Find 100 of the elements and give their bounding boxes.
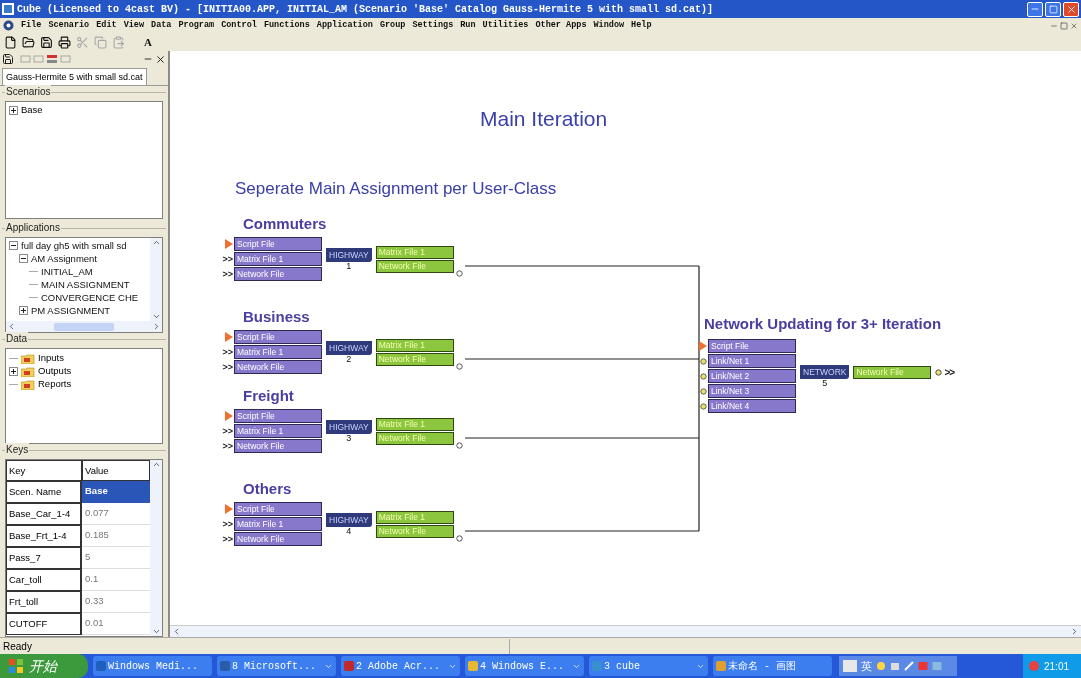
tree-item[interactable]: Reports [38, 377, 72, 392]
tree-item[interactable]: MAIN ASSIGNMENT [41, 277, 130, 292]
scenario-tools-icon[interactable] [20, 54, 72, 65]
input-marker: >> [222, 426, 233, 436]
column-header[interactable]: Key [6, 460, 82, 481]
taskbar-button[interactable]: 8 Microsoft... [217, 656, 336, 676]
scroll-left-icon[interactable] [172, 627, 181, 636]
node-input[interactable]: Link/Net 4 [708, 399, 796, 413]
output-circle-icon [455, 363, 463, 370]
new-button[interactable] [4, 35, 17, 49]
app-icon [2, 3, 14, 15]
collapse-icon[interactable] [9, 241, 18, 251]
taskbar-button[interactable]: 3 cube [589, 656, 708, 676]
node-input[interactable]: Matrix File 1 [234, 517, 322, 531]
maximize-icon [1048, 4, 1058, 14]
tree-item[interactable]: INITIAL_AM [41, 264, 93, 279]
menu-item[interactable]: Control [221, 19, 257, 32]
maximize-button[interactable] [1045, 1, 1061, 17]
group-label: Freight [243, 387, 295, 406]
menu-item[interactable]: Run [460, 19, 476, 32]
node-input[interactable]: Network File [234, 360, 322, 374]
menu-item[interactable]: Edit [96, 19, 117, 32]
node-input[interactable]: Matrix File 1 [234, 424, 322, 438]
minimize-button[interactable] [1027, 1, 1043, 17]
menu-item[interactable]: Group [379, 19, 406, 32]
expand-icon[interactable] [9, 106, 18, 115]
tree-item[interactable]: PM ASSIGNMENT [31, 303, 111, 318]
collapse-icon[interactable] [19, 254, 28, 264]
node-input[interactable]: Network File [234, 439, 322, 453]
tree-item[interactable]: CONVERGENCE CHE [41, 290, 139, 305]
scroll-up-icon[interactable] [151, 460, 161, 469]
clock: 21:01 [1044, 659, 1070, 674]
taskbar-button[interactable]: 未命名 - 画图 [713, 656, 832, 676]
ime-language[interactable]: 英 [861, 657, 872, 675]
save-icon[interactable] [2, 53, 14, 66]
script-triangle-icon [225, 411, 233, 421]
menu-item[interactable]: Window [593, 19, 625, 32]
print-button[interactable] [58, 35, 71, 49]
catalog-tab[interactable]: Gauss-Hermite 5 with small sd.cat [2, 68, 147, 85]
table-cell[interactable]: Base [82, 481, 150, 503]
vertical-scrollbar[interactable] [150, 460, 162, 636]
vertical-scrollbar[interactable] [150, 238, 162, 322]
node-input[interactable]: Link/Net 1 [708, 354, 796, 368]
scroll-right-icon[interactable] [152, 322, 161, 332]
restore-icon[interactable] [1060, 21, 1068, 30]
pen-icon[interactable] [904, 661, 914, 671]
node-input[interactable]: Script File [234, 330, 322, 344]
close-button[interactable] [1063, 1, 1079, 17]
open-button[interactable] [22, 35, 35, 49]
menu-item[interactable]: File [21, 19, 42, 32]
tree-item[interactable]: AM Assignment [31, 251, 97, 266]
scroll-down-icon[interactable] [151, 627, 161, 636]
node-input[interactable]: Script File [234, 409, 322, 423]
tree-item[interactable]: Inputs [38, 351, 64, 366]
menu-item[interactable]: View [123, 19, 145, 32]
program-node[interactable]: HIGHWAY [326, 340, 372, 355]
input-marker: >> [222, 347, 233, 357]
node-input[interactable]: Script File [708, 339, 796, 353]
program-node[interactable]: HIGHWAY [326, 247, 372, 262]
node-input[interactable]: Network File [234, 532, 322, 546]
node-input[interactable]: Matrix File 1 [234, 345, 322, 359]
menu-item[interactable]: Settings [412, 19, 454, 32]
close-icon[interactable] [155, 53, 166, 65]
horizontal-scrollbar[interactable] [6, 321, 162, 333]
taskbar-button[interactable]: Windows Medi... [93, 656, 212, 676]
node-input[interactable]: Matrix File 1 [234, 252, 322, 266]
menu-item[interactable]: Application [316, 19, 373, 32]
font-button[interactable]: A [144, 33, 152, 51]
expand-icon[interactable] [19, 306, 28, 316]
taskbar-button[interactable]: 4 Windows E... [465, 656, 584, 676]
tree-item[interactable]: Outputs [38, 364, 72, 379]
menu-item[interactable]: Data [151, 19, 172, 32]
expand-icon[interactable] [9, 367, 18, 377]
start-button[interactable]: 开始 [0, 654, 88, 678]
tree-item[interactable]: full day gh5 with small sd [21, 238, 127, 253]
speaker-icon [1028, 660, 1040, 672]
menu-item[interactable]: Scenario [48, 19, 90, 32]
scroll-right-icon[interactable] [1070, 627, 1079, 636]
horizontal-scrollbar[interactable] [170, 625, 1081, 637]
node-input[interactable]: Network File [234, 267, 322, 281]
program-node[interactable]: NETWORK [800, 364, 850, 379]
menu-item[interactable]: Program [178, 19, 215, 32]
save-button[interactable] [40, 35, 53, 49]
program-node[interactable]: HIGHWAY [326, 419, 372, 434]
node-input[interactable]: Link/Net 3 [708, 384, 796, 398]
menu-item[interactable]: Utilities [482, 19, 529, 32]
column-header[interactable]: Value [82, 460, 150, 481]
menu-item[interactable]: Help [631, 19, 652, 32]
menu-item[interactable]: Functions [263, 19, 310, 32]
program-node[interactable]: HIGHWAY [326, 512, 372, 527]
scroll-left-icon[interactable] [7, 322, 16, 332]
link-circle-icon [700, 402, 707, 410]
menu-item[interactable]: Other Apps [535, 19, 587, 32]
taskbar-button[interactable]: 2 Adobe Acr... [341, 656, 460, 676]
node-input[interactable]: Link/Net 2 [708, 369, 796, 383]
node-input[interactable]: Script File [234, 237, 322, 251]
tree-item[interactable]: Base [21, 103, 43, 118]
node-input[interactable]: Script File [234, 502, 322, 516]
document-icon [3, 20, 14, 31]
scrollbar-thumb[interactable] [54, 322, 114, 331]
